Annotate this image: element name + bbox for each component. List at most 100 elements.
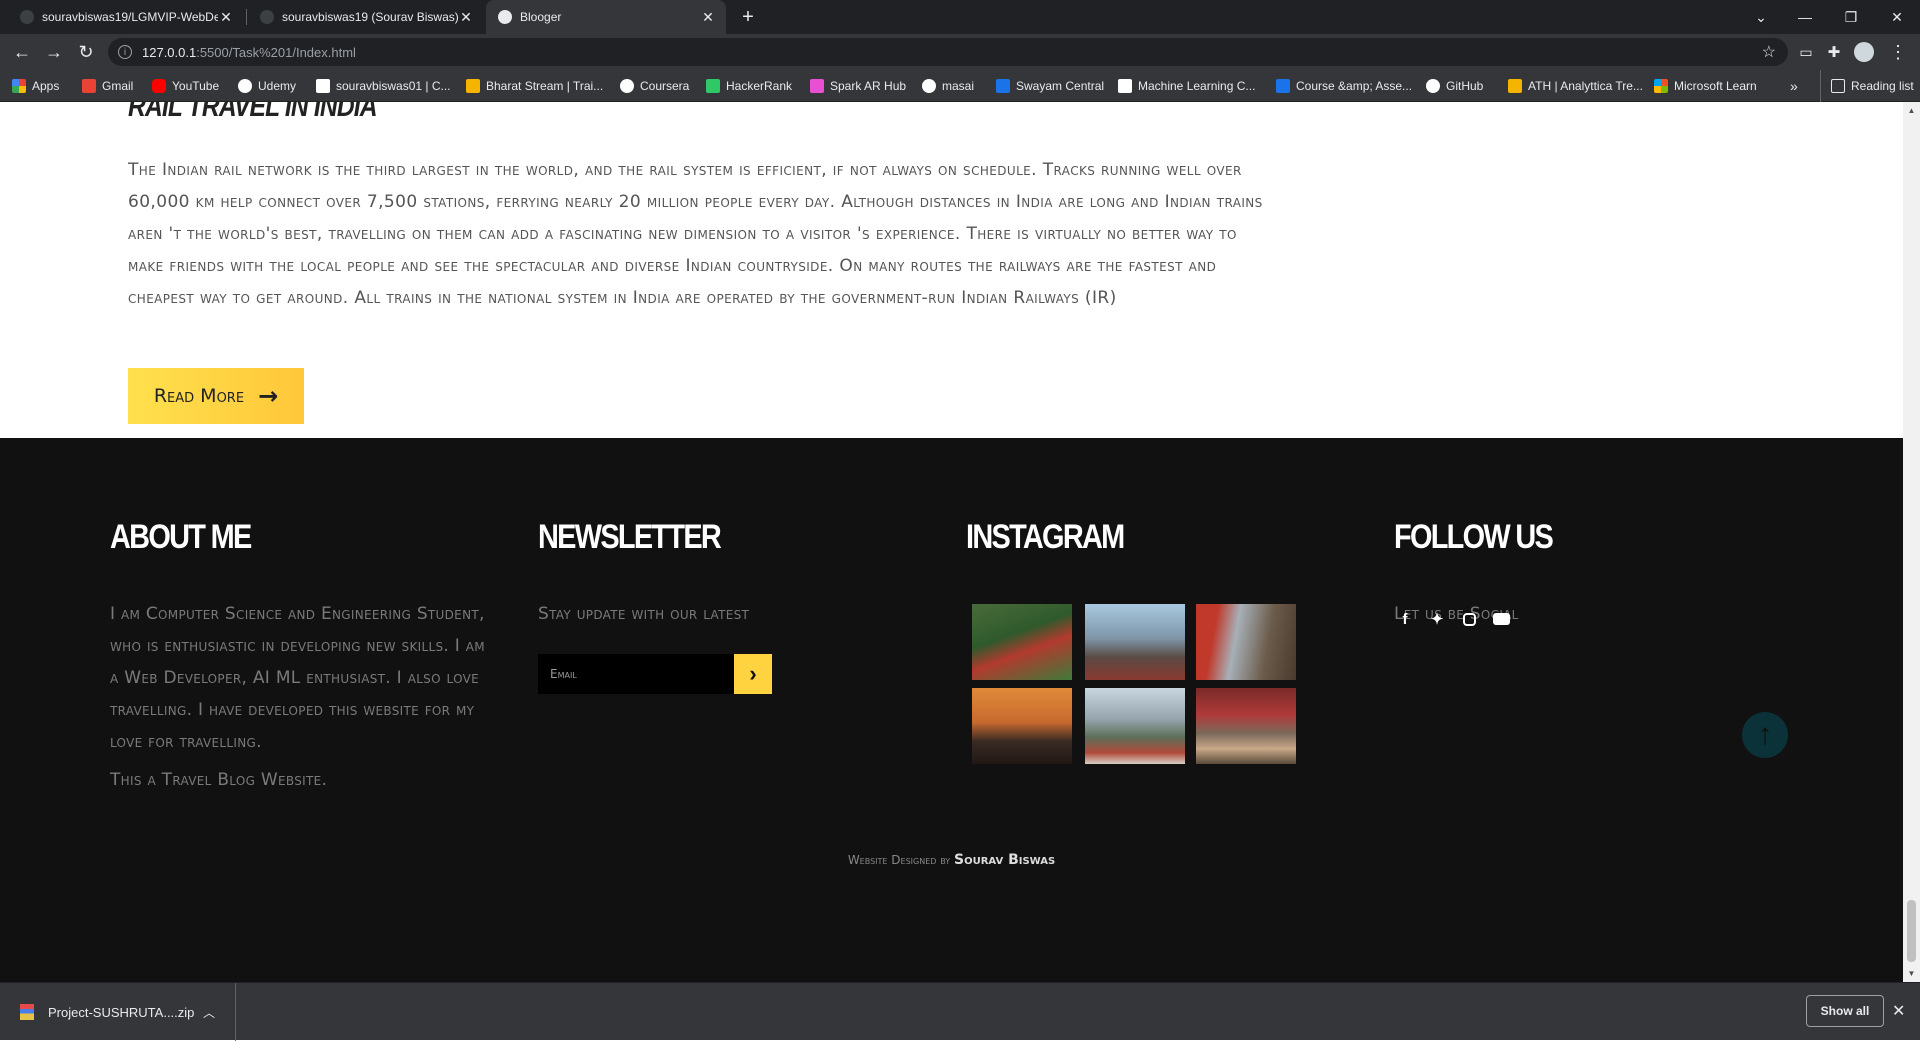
- new-tab-button[interactable]: +: [734, 0, 762, 34]
- window-close-icon[interactable]: ✕: [1874, 0, 1920, 34]
- menu-icon[interactable]: ⋮: [1884, 38, 1912, 66]
- tab-2[interactable]: souravbiswas19 (Sourav Biswas) ✕: [248, 0, 484, 34]
- bookmark-label: ATH | Analyttica Tre...: [1528, 79, 1643, 93]
- github-icon: [1426, 79, 1440, 93]
- scroll-up-icon[interactable]: ▲: [1903, 102, 1920, 119]
- page-scrollbar[interactable]: ▲ ▼: [1903, 102, 1920, 982]
- bookmark-microsoft-learn[interactable]: Microsoft Learn: [1654, 70, 1757, 102]
- bookmark-udemy[interactable]: Udemy: [238, 70, 296, 102]
- page-viewport: Rail Travel in India The Indian rail net…: [0, 102, 1920, 982]
- footer-credits: Website Designed by Sourav Biswas: [0, 852, 1903, 868]
- close-icon[interactable]: ✕: [458, 9, 474, 26]
- restore-icon[interactable]: ❐: [1828, 0, 1874, 34]
- tab-separator: [246, 9, 247, 25]
- bookmark-label: Gmail: [102, 79, 134, 93]
- reading-list-label: Reading list: [1851, 79, 1914, 93]
- instagram-title: Instagram: [966, 518, 1125, 556]
- bookmarks-overflow[interactable]: »: [1790, 70, 1798, 102]
- info-icon[interactable]: i: [118, 45, 132, 59]
- reading-mode-icon[interactable]: ▭: [1792, 38, 1820, 66]
- tab-search-icon[interactable]: ⌄: [1738, 0, 1784, 34]
- url-host: 127.0.0.1: [142, 44, 197, 60]
- cc-icon: [316, 79, 330, 93]
- scrollbar-thumb[interactable]: [1907, 900, 1916, 962]
- masai-icon: [922, 79, 936, 93]
- instagram-icon[interactable]: [1460, 610, 1478, 628]
- bookmark-course-assessment[interactable]: Course &amp; Asse...: [1276, 70, 1412, 102]
- bookmark-star-icon[interactable]: ☆: [1762, 42, 1776, 62]
- tab-1[interactable]: souravbiswas19/LGMVIP-WebDe ✕: [8, 0, 244, 34]
- bookmark-label: HackerRank: [726, 79, 793, 93]
- newsletter-title: Newsletter: [538, 518, 722, 556]
- email-field[interactable]: [538, 654, 734, 694]
- browser-toolbar: ← → ↻ i 127.0.0.1:5500/Task%201/Index.ht…: [0, 34, 1920, 70]
- about-title: About Me: [110, 518, 252, 556]
- instagram-photo[interactable]: [1085, 688, 1185, 764]
- bookmark-codechef[interactable]: souravbiswas01 | C...: [316, 70, 451, 102]
- udemy-icon: [238, 79, 252, 93]
- read-more-button[interactable]: Read More →: [128, 368, 304, 424]
- show-all-button[interactable]: Show all: [1806, 995, 1884, 1027]
- bookmark-gmail[interactable]: Gmail: [82, 70, 133, 102]
- bookmark-github[interactable]: GitHub: [1426, 70, 1483, 102]
- train-icon: [466, 79, 480, 93]
- bookmark-hackerrank[interactable]: HackerRank: [706, 70, 792, 102]
- bookmark-youtube[interactable]: YouTube: [152, 70, 219, 102]
- course-icon: [1276, 79, 1290, 93]
- instagram-photo[interactable]: [1196, 604, 1296, 680]
- bookmark-analyttica[interactable]: ATH | Analyttica Tre...: [1508, 70, 1643, 102]
- bookmark-apps[interactable]: Apps: [12, 70, 59, 102]
- url-path: :5500/Task%201/Index.html: [196, 44, 356, 60]
- address-bar[interactable]: i 127.0.0.1:5500/Task%201/Index.html ☆: [108, 38, 1788, 66]
- extensions-icon[interactable]: ✚: [1820, 38, 1848, 66]
- download-filename: Project-SUSHRUTA....zip: [48, 1004, 195, 1020]
- apps-grid-icon: [12, 79, 26, 93]
- bookmark-bharat-stream[interactable]: Bharat Stream | Trai...: [466, 70, 603, 102]
- bookmark-swayam[interactable]: Swayam Central: [996, 70, 1104, 102]
- bookmark-machine-learning[interactable]: Machine Learning C...: [1118, 70, 1255, 102]
- chevron-up-icon[interactable]: ︿: [203, 1004, 215, 1021]
- analyttica-icon: [1508, 79, 1522, 93]
- profile-avatar[interactable]: [1850, 38, 1878, 66]
- reading-list-icon: [1831, 79, 1845, 93]
- close-icon[interactable]: ✕: [700, 9, 716, 26]
- instagram-photo[interactable]: [1196, 688, 1296, 764]
- reading-list[interactable]: Reading list: [1820, 70, 1914, 102]
- forward-icon[interactable]: →: [40, 38, 68, 66]
- bookmark-label: Course &amp; Asse...: [1296, 79, 1413, 93]
- gmail-icon: [82, 79, 96, 93]
- chevron-right-icon: ›: [749, 661, 757, 686]
- download-item[interactable]: Project-SUSHRUTA....zip ︿: [0, 983, 236, 1041]
- bookmark-label: YouTube: [172, 79, 220, 93]
- bookmark-masai[interactable]: masai: [922, 70, 974, 102]
- download-shelf: Project-SUSHRUTA....zip ︿ Show all ✕: [0, 982, 1920, 1041]
- twitter-icon[interactable]: ✦: [1428, 610, 1446, 628]
- google-icon: [1118, 79, 1132, 93]
- close-icon[interactable]: ✕: [218, 9, 234, 26]
- close-icon[interactable]: ✕: [1892, 1001, 1905, 1021]
- github-icon: [20, 10, 34, 24]
- credits-author[interactable]: Sourav Biswas: [954, 852, 1055, 868]
- bookmark-coursera[interactable]: Coursera: [620, 70, 689, 102]
- subscribe-button[interactable]: ›: [734, 654, 772, 694]
- tab-active[interactable]: Blooger ✕: [486, 0, 726, 34]
- bookmark-spark-ar[interactable]: Spark AR Hub: [810, 70, 906, 102]
- back-icon[interactable]: ←: [8, 38, 36, 66]
- youtube-icon[interactable]: [1492, 610, 1510, 628]
- scroll-to-top-button[interactable]: ↑: [1742, 712, 1788, 758]
- reload-icon[interactable]: ↻: [72, 38, 100, 66]
- instagram-photo[interactable]: [1085, 604, 1185, 680]
- tab-title: Blooger: [520, 10, 562, 24]
- article-body: The Indian rail network is the third lar…: [128, 160, 1263, 308]
- facebook-icon[interactable]: f: [1396, 610, 1414, 628]
- bookmarks-bar: Apps Gmail YouTube Udemy souravbiswas01 …: [0, 70, 1920, 102]
- minimize-icon[interactable]: —: [1782, 0, 1828, 34]
- globe-icon: [498, 10, 512, 24]
- instagram-photo[interactable]: [972, 604, 1072, 680]
- bookmark-label: Udemy: [258, 79, 297, 93]
- scroll-down-icon[interactable]: ▼: [1903, 965, 1920, 982]
- credits-prefix: Website Designed by: [847, 853, 951, 867]
- newsletter-text: Stay update with our latest: [538, 604, 750, 624]
- instagram-photo[interactable]: [972, 688, 1072, 764]
- arrow-right-icon: →: [258, 382, 279, 410]
